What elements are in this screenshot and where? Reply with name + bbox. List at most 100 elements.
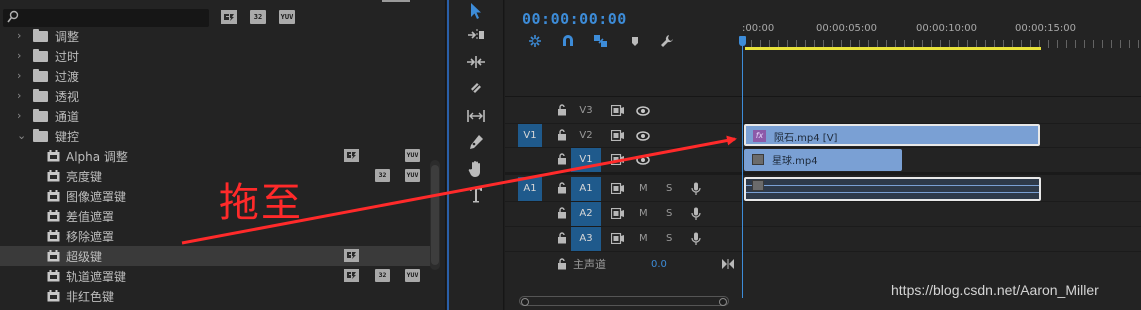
insert-nested-sequence-icon[interactable] <box>525 32 545 50</box>
work-area-bar[interactable] <box>745 47 1041 50</box>
source-patch-target[interactable]: V1 <box>518 124 542 148</box>
track-name[interactable]: V2 <box>571 124 601 148</box>
voice-over-record-mic-icon[interactable] <box>691 182 701 196</box>
effects-folder[interactable]: › 调整 <box>0 26 433 46</box>
folder-label: 通道 <box>55 110 80 124</box>
track-lock-icon[interactable] <box>557 153 567 165</box>
effects-scrollbar-thumb[interactable] <box>431 165 439 265</box>
track-lock-icon[interactable] <box>557 258 567 270</box>
effect-item[interactable]: 超级键 <box>0 246 433 266</box>
effects-folder[interactable]: › 通道 <box>0 106 433 126</box>
playhead-handle[interactable] <box>739 36 746 46</box>
video-track-header[interactable]: V1 V2 <box>505 124 742 148</box>
sync-lock-icon[interactable] <box>611 105 625 116</box>
sync-lock-icon[interactable] <box>611 183 625 194</box>
track-lock-icon[interactable] <box>557 232 567 244</box>
track-name[interactable]: V1 <box>571 148 601 172</box>
solo-track-button[interactable]: S <box>666 202 672 226</box>
chevron-right-icon[interactable]: › <box>17 89 21 102</box>
effect-item[interactable]: 亮度键 32 YUV <box>0 166 433 186</box>
source-patch-target[interactable]: A1 <box>518 177 542 201</box>
32bit-filter-icon[interactable]: 32 <box>250 10 266 24</box>
audio-track-header[interactable]: A1 A1 M S <box>505 177 742 201</box>
sync-lock-icon[interactable] <box>611 154 625 165</box>
effects-folder[interactable]: › 透视 <box>0 86 433 106</box>
track-lock-icon[interactable] <box>557 207 567 219</box>
chevron-right-icon[interactable]: › <box>17 109 21 122</box>
timeline-settings-wrench-icon[interactable] <box>657 32 677 50</box>
track-select-tool-icon[interactable] <box>465 24 487 46</box>
solo-track-button[interactable]: S <box>666 177 672 201</box>
video-clip[interactable]: fx 陨石.mp4 [V] <box>744 124 1040 146</box>
effect-item[interactable]: Alpha 调整 YUV <box>0 146 433 166</box>
timeline-zoom-scrollbar[interactable] <box>519 296 729 306</box>
linked-selection-icon[interactable] <box>591 32 611 50</box>
effect-item[interactable]: 图像遮罩键 <box>0 186 433 206</box>
add-marker-icon[interactable] <box>625 32 645 50</box>
track-divider <box>505 201 1141 202</box>
clip-label: 陨石.mp4 [V] <box>774 133 838 144</box>
effects-folder[interactable]: › 过时 <box>0 46 433 66</box>
master-volume-value[interactable]: 0.0 <box>651 253 667 277</box>
track-name[interactable]: V3 <box>571 99 601 123</box>
effect-label: 轨道遮罩键 <box>66 270 127 284</box>
video-track-header[interactable]: V1 <box>505 148 742 172</box>
effects-folder[interactable]: › 过渡 <box>0 66 433 86</box>
effects-search-input[interactable] <box>3 9 209 27</box>
effects-folder[interactable]: ⌄ 键控 <box>0 126 433 146</box>
sync-lock-icon[interactable] <box>611 130 625 141</box>
type-tool-icon[interactable] <box>465 184 487 206</box>
video-clip[interactable]: 星球.mp4 <box>744 149 902 171</box>
folder-icon <box>33 89 48 102</box>
chevron-right-icon[interactable]: › <box>17 49 21 62</box>
video-track-header[interactable]: V3 <box>505 99 742 123</box>
accelerated-effects-filter-icon[interactable] <box>221 10 237 24</box>
mute-track-button[interactable]: M <box>639 227 648 251</box>
audio-track-header[interactable]: A2 M S <box>505 202 742 226</box>
toggle-track-output-eye-icon[interactable] <box>636 154 650 166</box>
effect-item[interactable]: 轨道遮罩键 32 YUV <box>0 266 433 286</box>
folder-label: 过时 <box>55 50 80 64</box>
timecode-display[interactable]: 00:00:00:00 <box>522 10 627 28</box>
effect-item[interactable]: 差值遮罩 <box>0 206 433 226</box>
sync-lock-icon[interactable] <box>611 208 625 219</box>
track-name[interactable]: A2 <box>571 202 601 226</box>
toggle-track-output-eye-icon[interactable] <box>636 105 650 117</box>
track-lock-icon[interactable] <box>557 182 567 194</box>
chevron-right-icon[interactable]: › <box>17 69 21 82</box>
effect-item[interactable]: 移除遮罩 <box>0 226 433 246</box>
razor-tool-icon[interactable] <box>465 77 487 99</box>
pen-tool-icon[interactable] <box>465 132 487 154</box>
audio-track-header[interactable]: A3 M S <box>505 227 742 251</box>
ripple-edit-tool-icon[interactable] <box>465 51 487 73</box>
tools-panel <box>447 0 504 310</box>
track-lock-icon[interactable] <box>557 129 567 141</box>
playhead-line[interactable] <box>742 36 743 298</box>
effect-preset-icon <box>47 250 60 262</box>
effect-item[interactable]: 非红色键 <box>0 286 433 306</box>
solo-track-button[interactable]: S <box>666 227 672 251</box>
yuv-filter-icon[interactable]: YUV <box>279 10 295 24</box>
slip-tool-icon[interactable] <box>465 105 487 127</box>
chevron-down-icon[interactable]: ⌄ <box>17 129 26 142</box>
hand-tool-icon[interactable] <box>465 158 487 180</box>
effect-preset-icon <box>47 290 60 302</box>
track-lock-icon[interactable] <box>557 104 567 116</box>
track-name[interactable]: A3 <box>571 227 601 251</box>
mute-track-button[interactable]: M <box>639 202 648 226</box>
toggle-track-output-eye-icon[interactable] <box>636 130 650 142</box>
master-track-header[interactable]: 主声道 0.0 <box>505 253 742 277</box>
selection-tool-icon[interactable] <box>465 0 487 22</box>
go-to-end-icon[interactable] <box>722 259 734 269</box>
mute-track-button[interactable]: M <box>639 177 648 201</box>
snap-magnet-icon[interactable] <box>558 32 578 50</box>
video-audio-divider[interactable] <box>505 172 1141 175</box>
drag-annotation-text: 拖至 <box>219 180 303 226</box>
chevron-right-icon[interactable]: › <box>17 29 21 42</box>
voice-over-record-mic-icon[interactable] <box>691 207 701 221</box>
voice-over-record-mic-icon[interactable] <box>691 232 701 246</box>
sync-lock-icon[interactable] <box>611 233 625 244</box>
folder-icon <box>33 129 48 142</box>
track-name[interactable]: A1 <box>571 177 601 201</box>
audio-clip[interactable] <box>744 177 1041 201</box>
